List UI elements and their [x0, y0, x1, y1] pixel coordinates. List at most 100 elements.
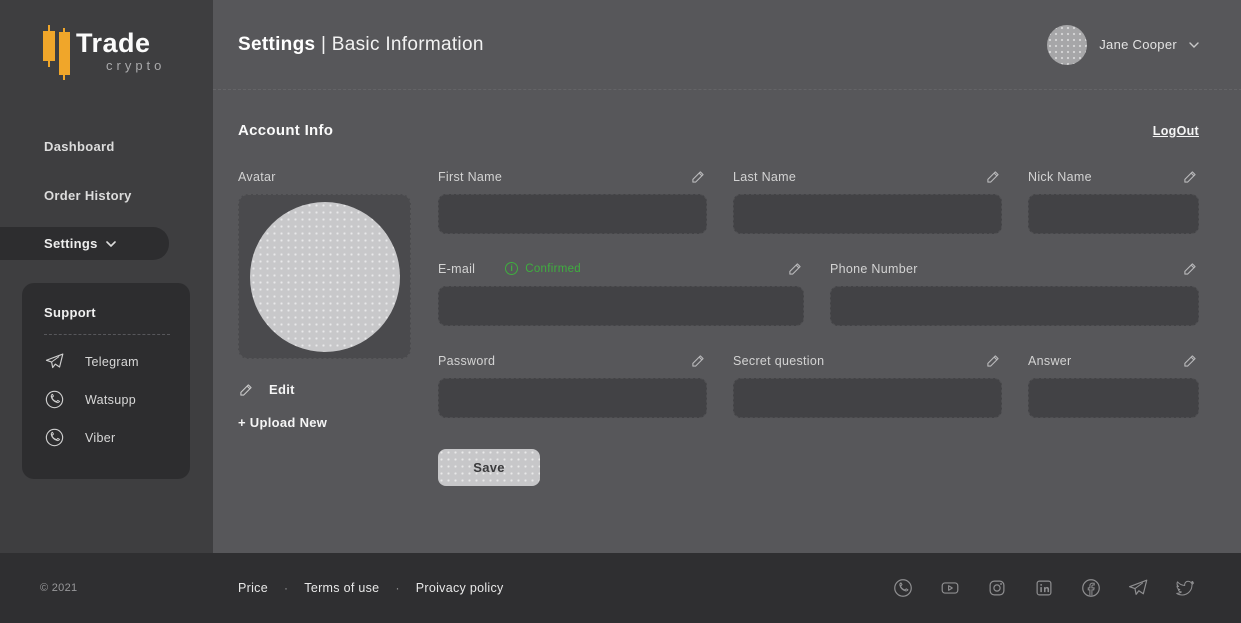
- brand-title: Trade: [76, 28, 151, 59]
- user-name: Jane Cooper: [1099, 37, 1177, 52]
- candlestick-icon: [43, 31, 55, 61]
- pencil-icon[interactable]: [985, 168, 1002, 185]
- avatar-upload-button[interactable]: + Upload New: [238, 415, 411, 430]
- save-button[interactable]: Save: [438, 449, 540, 486]
- field-last-name: Last Name: [733, 169, 1002, 234]
- footer: © 2021 Price · Terms of use · Proivacy p…: [0, 553, 1241, 623]
- pencil-icon[interactable]: [1182, 260, 1199, 277]
- nick-name-input[interactable]: [1028, 194, 1199, 234]
- secret-question-input[interactable]: [733, 378, 1002, 418]
- whatsapp-icon: [44, 389, 65, 410]
- field-nick-name: Nick Name: [1028, 169, 1199, 234]
- info-icon: i: [505, 262, 518, 275]
- main-area: Settings | Basic Information Jane Cooper…: [213, 0, 1241, 553]
- account-form: Avatar Edit + Upload New: [213, 139, 1241, 486]
- footer-link-terms[interactable]: Terms of use: [304, 581, 379, 595]
- pencil-icon[interactable]: [787, 260, 804, 277]
- form-row-2: E-mail i Confirmed Phone Number: [438, 261, 1199, 326]
- sidebar-item-label: Settings: [44, 236, 98, 251]
- avatar-column: Avatar Edit + Upload New: [238, 169, 411, 486]
- email-confirmed-text: Confirmed: [525, 263, 581, 275]
- avatar-preview[interactable]: [238, 194, 411, 359]
- last-name-input[interactable]: [733, 194, 1002, 234]
- support-item-watsupp[interactable]: Watsupp: [44, 389, 170, 410]
- pencil-icon[interactable]: [1182, 168, 1199, 185]
- secret-question-label: Secret question: [733, 354, 824, 368]
- sidebar: Trade crypto Dashboard Order History Set…: [0, 0, 213, 553]
- brand-logo[interactable]: Trade crypto: [40, 26, 190, 82]
- user-menu[interactable]: Jane Cooper: [1047, 25, 1199, 65]
- form-column: First Name Last Name: [438, 169, 1199, 486]
- facebook-icon[interactable]: [1080, 577, 1102, 599]
- pencil-icon[interactable]: [690, 352, 707, 369]
- sidebar-item-order-history[interactable]: Order History: [44, 188, 132, 203]
- app-window: Trade crypto Dashboard Order History Set…: [0, 0, 1241, 623]
- telegram-icon: [44, 351, 65, 372]
- support-title: Support: [44, 305, 170, 320]
- logout-link[interactable]: LogOut: [1153, 124, 1199, 138]
- last-name-label: Last Name: [733, 170, 796, 184]
- page-title-secondary: Basic Information: [332, 34, 484, 55]
- chevron-down-icon: [1189, 42, 1199, 48]
- answer-label: Answer: [1028, 354, 1071, 368]
- password-label: Password: [438, 354, 495, 368]
- page-title-primary: Settings: [238, 34, 315, 55]
- email-confirmed-badge: i Confirmed: [505, 262, 581, 275]
- page-title: Settings | Basic Information: [238, 34, 484, 56]
- form-row-1: First Name Last Name: [438, 169, 1199, 234]
- support-item-viber[interactable]: Viber: [44, 427, 170, 448]
- support-item-label: Watsupp: [85, 393, 136, 407]
- pencil-icon[interactable]: [985, 352, 1002, 369]
- linkedin-icon[interactable]: [1033, 577, 1055, 599]
- viber-icon: [44, 427, 65, 448]
- footer-links: Price · Terms of use · Proivacy policy: [238, 581, 504, 595]
- field-phone: Phone Number: [830, 261, 1199, 326]
- phone-input[interactable]: [830, 286, 1199, 326]
- youtube-icon[interactable]: [939, 577, 961, 599]
- copyright: © 2021: [0, 582, 213, 594]
- chevron-down-icon: [106, 241, 116, 247]
- avatar-edit-label: Edit: [269, 382, 295, 397]
- first-name-input[interactable]: [438, 194, 707, 234]
- first-name-label: First Name: [438, 170, 502, 184]
- twitter-icon[interactable]: [1174, 577, 1196, 599]
- pencil-icon[interactable]: [690, 168, 707, 185]
- avatar-label: Avatar: [238, 170, 276, 184]
- telegram-icon[interactable]: [1127, 577, 1149, 599]
- page-title-separator: |: [321, 34, 326, 55]
- sidebar-item-settings[interactable]: Settings: [0, 227, 169, 260]
- support-item-label: Viber: [85, 431, 115, 445]
- support-item-telegram[interactable]: Telegram: [44, 351, 170, 372]
- field-answer: Answer: [1028, 353, 1199, 418]
- answer-input[interactable]: [1028, 378, 1199, 418]
- dot-separator: ·: [284, 581, 288, 595]
- field-first-name: First Name: [438, 169, 707, 234]
- password-input[interactable]: [438, 378, 707, 418]
- phone-label: Phone Number: [830, 262, 918, 276]
- whatsapp-icon[interactable]: [892, 577, 914, 599]
- footer-link-privacy[interactable]: Proivacy policy: [416, 581, 504, 595]
- field-password: Password: [438, 353, 707, 418]
- candlestick-icon: [59, 32, 70, 75]
- form-row-3: Password Secret question: [438, 353, 1199, 418]
- support-card: Support Telegram Watsupp: [22, 283, 190, 479]
- nick-name-label: Nick Name: [1028, 170, 1092, 184]
- brand-subtitle: crypto: [106, 58, 165, 73]
- page-header: Settings | Basic Information Jane Cooper: [213, 0, 1241, 90]
- email-input[interactable]: [438, 286, 804, 326]
- avatar-image: [250, 202, 400, 352]
- support-item-label: Telegram: [85, 355, 139, 369]
- social-links: [892, 577, 1241, 599]
- divider: [44, 334, 170, 335]
- avatar-edit-button[interactable]: Edit: [238, 381, 411, 398]
- sidebar-item-dashboard[interactable]: Dashboard: [44, 139, 115, 154]
- section-title: Account Info: [238, 122, 333, 139]
- pencil-icon: [238, 381, 255, 398]
- dot-separator: ·: [395, 581, 399, 595]
- instagram-icon[interactable]: [986, 577, 1008, 599]
- pencil-icon[interactable]: [1182, 352, 1199, 369]
- avatar: [1047, 25, 1087, 65]
- field-secret-question: Secret question: [733, 353, 1002, 418]
- footer-link-price[interactable]: Price: [238, 581, 268, 595]
- field-email: E-mail i Confirmed: [438, 261, 804, 326]
